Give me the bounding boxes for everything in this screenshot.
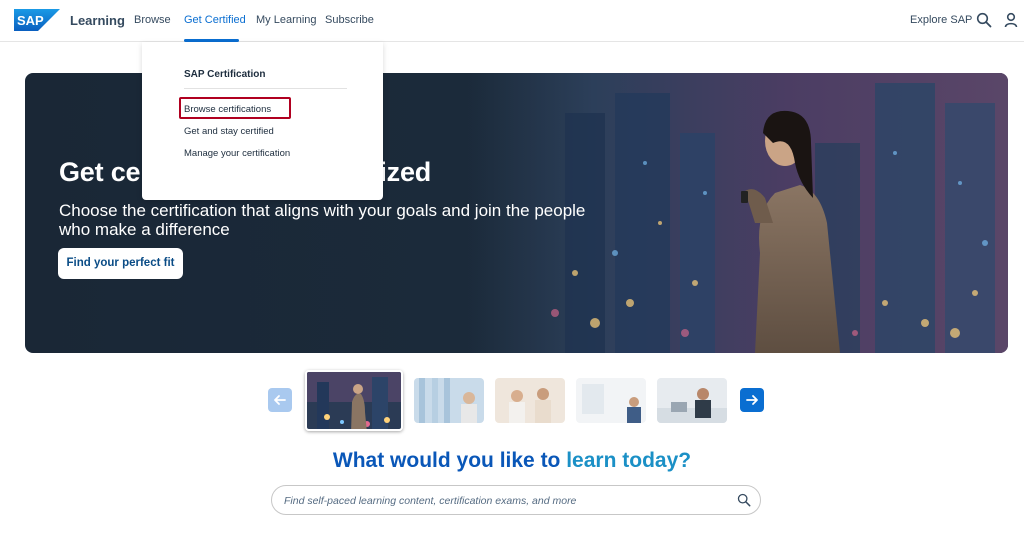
user-icon[interactable] (1003, 12, 1019, 28)
nav-browse[interactable]: Browse (134, 14, 171, 26)
dropdown-divider (184, 88, 347, 89)
menu-item-browse-certifications[interactable]: Browse certifications (184, 104, 271, 115)
nav-subscribe[interactable]: Subscribe (325, 14, 374, 26)
learn-today-heading: What would you like to learn today? (0, 449, 1024, 473)
thumbnail-team-image (495, 378, 565, 423)
search-icon[interactable] (976, 12, 992, 28)
thumbnail-city-image (307, 372, 401, 429)
top-navigation-bar: SAP Learning Browse Get Certified My Lea… (0, 0, 1024, 42)
hero-subtitle: Choose the certification that aligns wit… (59, 201, 586, 239)
hero-title-part-2: ized (379, 157, 432, 187)
learning-search-input[interactable] (284, 493, 724, 509)
carousel-prev-button[interactable] (268, 388, 292, 412)
explore-sap-link[interactable]: Explore SAP (910, 14, 972, 26)
carousel-thumbnail-2[interactable] (414, 378, 484, 423)
thumbnail-office-image (414, 378, 484, 423)
carousel-next-button[interactable] (740, 388, 764, 412)
sap-logo-text: SAP (17, 13, 44, 28)
find-your-perfect-fit-button[interactable]: Find your perfect fit (58, 248, 183, 279)
nav-get-certified[interactable]: Get Certified (184, 14, 246, 26)
carousel-thumbnail-3[interactable] (495, 378, 565, 423)
arrow-right-icon (746, 395, 758, 405)
menu-item-manage-your-certification[interactable]: Manage your certification (184, 148, 290, 159)
brand-learning[interactable]: Learning (70, 13, 125, 28)
menu-item-get-and-stay-certified[interactable]: Get and stay certified (184, 126, 274, 137)
nav-my-learning[interactable]: My Learning (256, 14, 317, 26)
sap-logo[interactable]: SAP (14, 9, 60, 31)
get-certified-dropdown-menu: SAP Certification Browse certifications … (142, 42, 383, 200)
thumbnail-meeting-image (657, 378, 727, 423)
arrow-left-icon (274, 395, 286, 405)
carousel-thumbnail-4[interactable] (576, 378, 646, 423)
carousel-thumbnail-1[interactable] (305, 370, 403, 431)
thumbnail-desk-image (576, 378, 646, 423)
carousel-thumbnail-5[interactable] (657, 378, 727, 423)
learning-search-box[interactable] (271, 485, 761, 515)
learn-heading-part-2: learn today? (566, 449, 692, 472)
learn-heading-part-1: What would you like to (332, 449, 567, 472)
search-submit-icon[interactable] (737, 493, 751, 507)
dropdown-title: SAP Certification (184, 69, 266, 80)
hero-title-part-1: Get ce (59, 157, 141, 187)
